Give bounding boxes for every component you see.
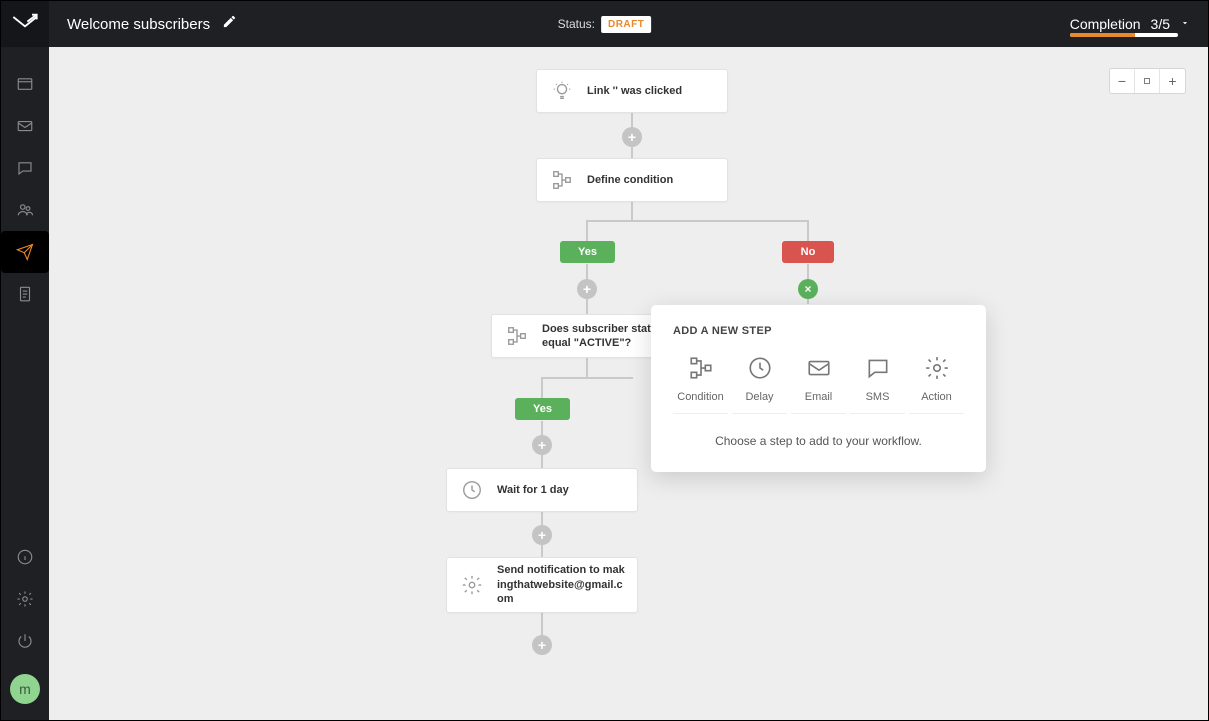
add-step-button[interactable]: + [622,127,642,147]
node-trigger[interactable]: Link '' was clicked [536,69,728,113]
zoom-in-button[interactable]: + [1160,69,1185,93]
node-trigger-label: Link '' was clicked [587,85,682,97]
node-action-label: Send notification to makingthatwebsite@g… [497,563,627,608]
node-condition-1-label: Define condition [587,174,673,186]
badge-no[interactable]: No [782,241,834,263]
status-section: Status: DRAFT [558,16,652,33]
completion-label: Completion [1070,16,1141,32]
node-condition-1[interactable]: Define condition [536,158,728,202]
popover-title: ADD A NEW STEP [673,325,964,337]
edit-name-icon[interactable] [222,14,237,34]
sidebar-item-dashboard[interactable] [1,63,49,105]
topbar: Welcome subscribers Status: DRAFT Comple… [49,1,1208,47]
zoom-out-button[interactable]: − [1110,69,1135,93]
popover-option-label: Delay [745,391,773,403]
popover-option-label: Email [805,391,833,403]
popover-option-label: Action [921,391,952,403]
badge-yes-2[interactable]: Yes [515,398,570,420]
connector [586,357,588,379]
popover-option-delay[interactable]: Delay [732,355,787,414]
popover-option-action[interactable]: Action [909,355,964,414]
sidebar-item-info[interactable] [1,536,49,578]
workflow-canvas[interactable]: − + L [49,47,1208,720]
popover-footer: Choose a step to add to your workflow. [673,434,964,448]
add-step-button[interactable]: + [532,635,552,655]
completion-progress-fill [1070,33,1135,37]
main: Welcome subscribers Status: DRAFT Comple… [49,1,1208,720]
sidebar-item-chat[interactable] [1,147,49,189]
condition-icon [551,169,573,191]
zoom-controls: − + [1109,68,1186,94]
node-action[interactable]: Send notification to makingthatwebsite@g… [446,557,638,613]
sidebar-item-settings[interactable] [1,578,49,620]
sidebar-item-forms[interactable] [1,273,49,315]
chevron-down-icon[interactable] [1180,15,1190,33]
avatar[interactable]: m [10,674,40,704]
add-step-button[interactable]: + [577,279,597,299]
gear-icon [461,574,483,596]
add-step-button-active[interactable] [798,279,818,299]
sidebar: m [1,1,49,720]
popover-option-email[interactable]: Email [791,355,846,414]
app-logo[interactable] [1,1,49,47]
connector [631,200,633,222]
connector [541,377,633,379]
zoom-fit-button[interactable] [1135,69,1160,93]
node-delay[interactable]: Wait for 1 day [446,468,638,512]
condition-icon [506,325,528,347]
sidebar-item-email[interactable] [1,105,49,147]
sidebar-item-power[interactable] [1,620,49,662]
workflow-name: Welcome subscribers [67,16,210,33]
popover-option-sms[interactable]: SMS [850,355,905,414]
add-step-button[interactable]: + [532,435,552,455]
status-badge: DRAFT [601,16,651,33]
connector [586,220,808,222]
completion-progress [1070,33,1178,37]
sidebar-item-contacts[interactable] [1,189,49,231]
completion[interactable]: Completion 3/5 [1070,15,1190,33]
clock-icon [461,479,483,501]
popover-option-condition[interactable]: Condition [673,355,728,414]
badge-yes[interactable]: Yes [560,241,615,263]
popover-option-label: Condition [677,391,723,403]
add-step-button[interactable]: + [532,525,552,545]
popover-option-label: SMS [866,391,890,403]
status-label: Status: [558,17,595,31]
node-delay-label: Wait for 1 day [497,484,569,496]
completion-count: 3/5 [1151,16,1170,32]
sidebar-item-automations[interactable] [1,231,49,273]
lightbulb-icon [551,80,573,102]
add-step-popover: ADD A NEW STEP Condition Delay Email [651,305,986,472]
